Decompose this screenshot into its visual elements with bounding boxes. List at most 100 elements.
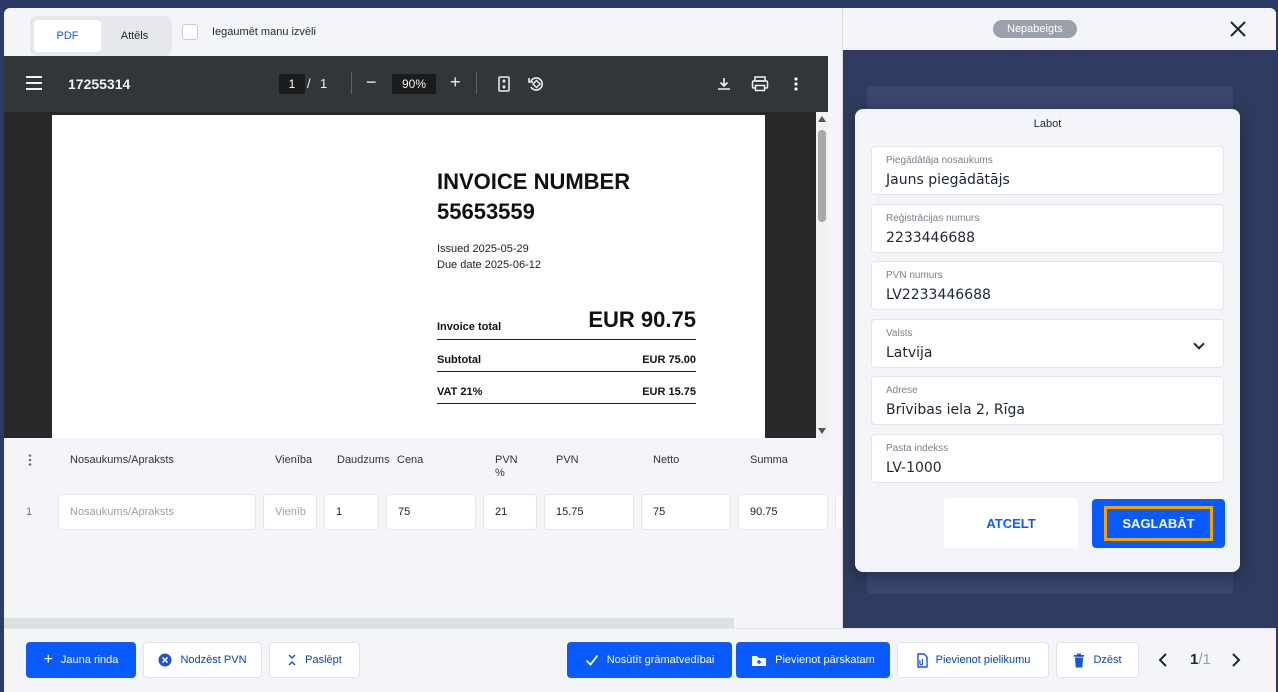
invoice-total-row: Invoice total EUR 90.75	[437, 307, 696, 340]
vat-label: VAT 21%	[437, 386, 483, 398]
folder-plus-icon	[752, 655, 767, 666]
price-input[interactable]: 75	[386, 494, 476, 530]
vat-percent-input[interactable]: 21	[483, 494, 537, 530]
scroll-thumb[interactable]	[818, 130, 826, 222]
subtotal-value: EUR 75.00	[642, 354, 696, 366]
tab-image[interactable]: Attēls	[101, 20, 168, 52]
address-value: Brīvibas iela 2, Rīga	[886, 402, 1025, 418]
chevron-down-icon[interactable]	[1193, 338, 1205, 350]
scroll-up-icon[interactable]	[818, 116, 826, 122]
address-field[interactable]: Adrese Brīvibas iela 2, Rīga	[871, 376, 1224, 425]
subtotal-row: Subtotal EUR 75.00	[437, 353, 696, 372]
vat-input[interactable]: 15.75	[544, 494, 634, 530]
new-row-button[interactable]: + Jauna rinda	[26, 642, 136, 678]
footer-toolbar: + Jauna rinda Nodzēst PVN Paslēpt Nosūtī…	[4, 628, 1276, 692]
page-separator: /	[307, 76, 311, 91]
zoom-out-icon[interactable]: −	[366, 72, 377, 93]
chevron-right-icon[interactable]	[1231, 652, 1241, 667]
add-to-report-button[interactable]: Pievienot pārskatam	[736, 642, 890, 678]
menu-icon[interactable]	[26, 76, 42, 90]
remember-checkbox[interactable]	[182, 24, 198, 40]
delete-button[interactable]: Dzēst	[1056, 642, 1139, 678]
invoice-number: 55653559	[437, 199, 535, 224]
vat-number-value: LV2233446688	[886, 287, 991, 303]
print-icon[interactable]	[750, 74, 770, 94]
pdf-toolbar: 17255314 1 / 1 − 90% +	[4, 56, 828, 112]
check-icon	[585, 654, 598, 666]
total-input[interactable]: 90.75	[738, 494, 828, 530]
row-menu-icon[interactable]	[28, 454, 32, 469]
pager: 1/1	[1158, 651, 1241, 668]
description-input[interactable]: Nosaukums/Apraksts	[58, 494, 256, 530]
page-number-input[interactable]: 1	[279, 74, 305, 94]
more-vert-icon[interactable]	[786, 74, 806, 94]
download-icon[interactable]	[714, 74, 734, 94]
save-button[interactable]: SAGLABĀT	[1092, 499, 1225, 548]
add-attachment-button[interactable]: Pievienot pielikumu	[897, 642, 1049, 678]
registration-number-value: 2233446688	[886, 230, 976, 246]
vat-number-field[interactable]: PVN numurs LV2233446688	[871, 261, 1224, 310]
postal-code-field[interactable]: Pasta indekss LV-1000	[871, 434, 1224, 483]
edit-supplier-dialog: Labot Piegādātāja nosaukums Jauns piegād…	[855, 109, 1240, 572]
send-label: Nosūtīt grāmatvedībai	[606, 654, 715, 666]
close-circle-icon	[158, 653, 172, 667]
view-mode-toggle: PDF Attēls	[30, 16, 172, 56]
hide-label: Paslēpt	[305, 654, 342, 666]
hide-button[interactable]: Paslēpt	[269, 642, 360, 678]
zoom-level[interactable]: 90%	[392, 74, 436, 94]
supplier-name-label: Piegādātāja nosaukums	[886, 155, 993, 166]
invoice-title: INVOICE NUMBER 55653559	[437, 167, 630, 227]
supplier-name-field[interactable]: Piegādātāja nosaukums Jauns piegādātājs	[871, 146, 1224, 195]
country-select[interactable]: Valsts Latvija	[871, 319, 1224, 368]
col-total: Summa	[750, 454, 788, 466]
unit-input[interactable]: Vienīb	[263, 494, 317, 530]
line-items: Nosaukums/Apraksts Vienība Daudzums Cena…	[4, 438, 845, 628]
postal-code-value: LV-1000	[886, 460, 942, 476]
pdf-doc-title: 17255314	[68, 76, 131, 92]
page-total: 1	[320, 76, 328, 91]
zoom-in-icon[interactable]: +	[450, 72, 461, 93]
remember-choice[interactable]: Iegaumēt manu izvēli	[182, 24, 316, 40]
country-label: Valsts	[886, 328, 913, 339]
quantity-input[interactable]: 1	[324, 494, 379, 530]
registration-number-label: Reģistrācijas numurs	[886, 213, 980, 224]
add-report-label: Pievienot pārskatam	[775, 654, 875, 666]
horizontal-scrollbar[interactable]	[4, 618, 734, 628]
delete-vat-button[interactable]: Nodzēst PVN	[143, 642, 262, 678]
attachment-icon	[916, 652, 928, 668]
remember-label: Iegaumēt manu izvēli	[212, 26, 316, 38]
dialog-title: Labot	[1033, 118, 1062, 130]
collapse-icon	[288, 654, 296, 666]
subtotal-label: Subtotal	[437, 354, 481, 366]
scroll-down-icon[interactable]	[818, 428, 826, 434]
col-quantity: Daudzums	[337, 454, 390, 466]
delete-label: Dzēst	[1093, 654, 1122, 666]
pager-current: 1/1	[1190, 651, 1211, 668]
new-row-label: Jauna rinda	[60, 654, 119, 666]
postal-code-label: Pasta indekss	[886, 443, 949, 454]
divider	[351, 72, 352, 94]
supplier-name-value: Jauns piegādātājs	[886, 172, 1010, 188]
chevron-left-icon[interactable]	[1158, 652, 1168, 667]
pdf-page: INVOICE NUMBER 55653559 Issued 2025-05-2…	[52, 115, 765, 438]
address-label: Adrese	[886, 385, 918, 396]
tab-pdf[interactable]: PDF	[34, 20, 101, 52]
pdf-scrollbar[interactable]	[816, 112, 828, 438]
close-icon[interactable]	[1229, 20, 1247, 38]
cancel-button[interactable]: ATCELT	[944, 498, 1078, 548]
divider	[476, 72, 477, 94]
col-vat-percent: PVN %	[495, 454, 518, 479]
row-index: 1	[26, 506, 33, 518]
due-date: Due date 2025-06-12	[437, 259, 541, 271]
send-to-accounting-button[interactable]: Nosūtīt grāmatvedībai	[567, 642, 732, 678]
invoice-title-line1: INVOICE NUMBER	[437, 169, 631, 194]
net-input[interactable]: 75	[641, 494, 731, 530]
col-net: Netto	[653, 454, 680, 466]
registration-number-field[interactable]: Reģistrācijas numurs 2233446688	[871, 204, 1224, 253]
vat-number-label: PVN numurs	[886, 270, 943, 281]
save-label: SAGLABĀT	[1104, 506, 1213, 541]
rotate-icon[interactable]	[526, 74, 546, 94]
details-header: Nepabeigts	[843, 8, 1276, 50]
status-badge: Nepabeigts	[993, 20, 1077, 38]
fit-page-icon[interactable]	[494, 74, 514, 94]
